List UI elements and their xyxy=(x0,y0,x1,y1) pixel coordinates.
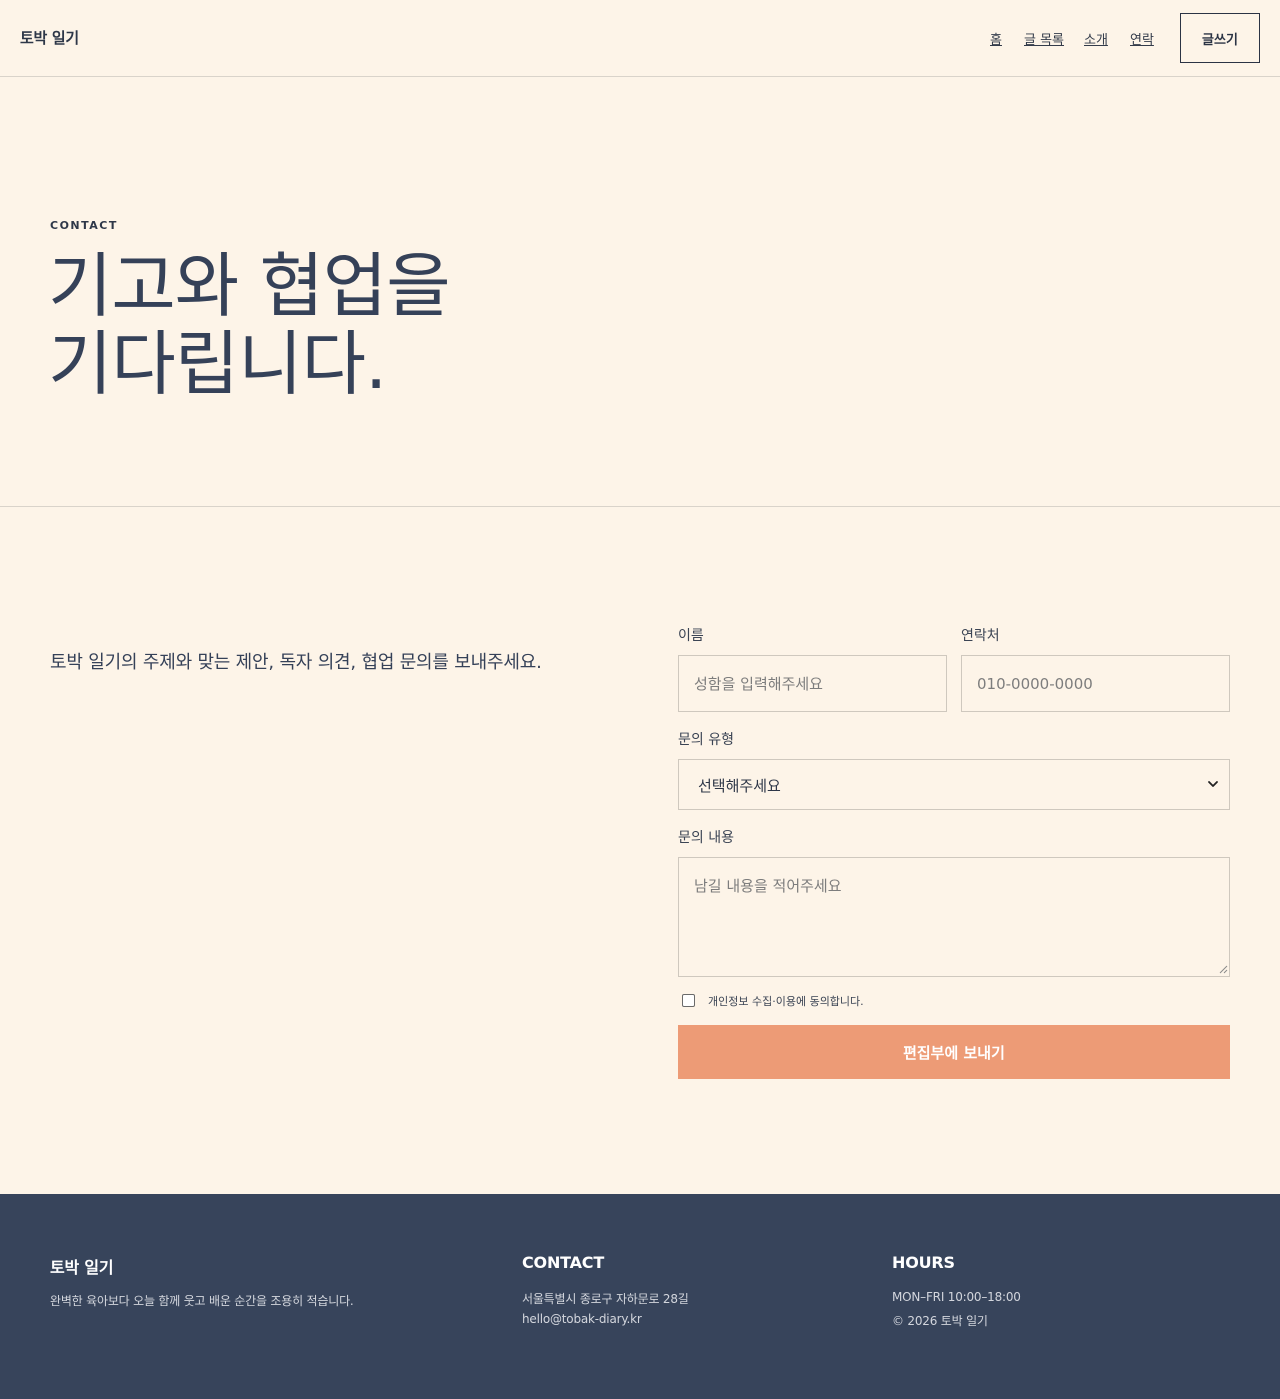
footer-brand: 토박 일기 xyxy=(50,1258,114,1277)
inquiry-type-select[interactable]: 선택해주세요 xyxy=(678,759,1230,810)
submit-button[interactable]: 편집부에 보내기 xyxy=(678,1025,1230,1079)
footer-email[interactable]: hello@tobak-diary.kr xyxy=(522,1312,642,1326)
consent-checkbox[interactable] xyxy=(682,994,695,1007)
write-button[interactable]: 글쓰기 xyxy=(1180,13,1260,63)
footer-copyright: © 2026 토박 일기 xyxy=(892,1314,988,1328)
nav-home[interactable]: 홈 xyxy=(990,29,1002,48)
inquiry-type-label: 문의 유형 xyxy=(678,732,734,748)
site-header: 토박 일기 홈 글 목록 소개 연락 글쓰기 xyxy=(0,0,1280,77)
resize-grip-icon[interactable] xyxy=(1218,964,1228,974)
phone-input[interactable] xyxy=(961,655,1230,712)
footer-tagline: 완벽한 육아보다 오늘 함께 웃고 배운 순간을 조용히 적습니다. xyxy=(50,1294,354,1308)
inquiry-type-selected: 선택해주세요 xyxy=(698,777,781,795)
site-brand[interactable]: 토박 일기 xyxy=(20,27,79,48)
message-textarea[interactable] xyxy=(678,857,1230,977)
footer-contact-heading: CONTACT xyxy=(522,1253,605,1272)
footer-hours-heading: HOURS xyxy=(892,1253,955,1272)
footer-address: 서울특별시 종로구 자하문로 28길 xyxy=(522,1292,689,1306)
contact-intro: 토박 일기의 주제와 맞는 제안, 독자 의견, 협업 문의를 보내주세요. xyxy=(50,652,542,673)
name-input[interactable] xyxy=(678,655,947,712)
nav-about[interactable]: 소개 xyxy=(1084,29,1108,48)
page-title-line1: 기고와 협업을 xyxy=(48,245,451,327)
chevron-down-icon xyxy=(1208,781,1218,787)
hero-section: CONTACT 기고와 협업을 기다립니다. xyxy=(0,77,1280,507)
phone-label: 연락처 xyxy=(961,628,1000,644)
page-title: 기고와 협업을 기다립니다. xyxy=(48,245,451,405)
hero-eyebrow: CONTACT xyxy=(50,219,118,232)
message-label: 문의 내용 xyxy=(678,830,734,846)
nav-contact[interactable]: 연락 xyxy=(1130,29,1154,48)
consent-label: 개인정보 수집·이용에 동의합니다. xyxy=(708,995,864,1008)
page-title-line2: 기다립니다. xyxy=(48,323,387,405)
footer-hours: MON–FRI 10:00–18:00 xyxy=(892,1290,1021,1304)
nav-posts[interactable]: 글 목록 xyxy=(1024,29,1064,48)
name-label: 이름 xyxy=(678,628,704,644)
site-footer: 토박 일기 완벽한 육아보다 오늘 함께 웃고 배운 순간을 조용히 적습니다.… xyxy=(0,1194,1280,1399)
